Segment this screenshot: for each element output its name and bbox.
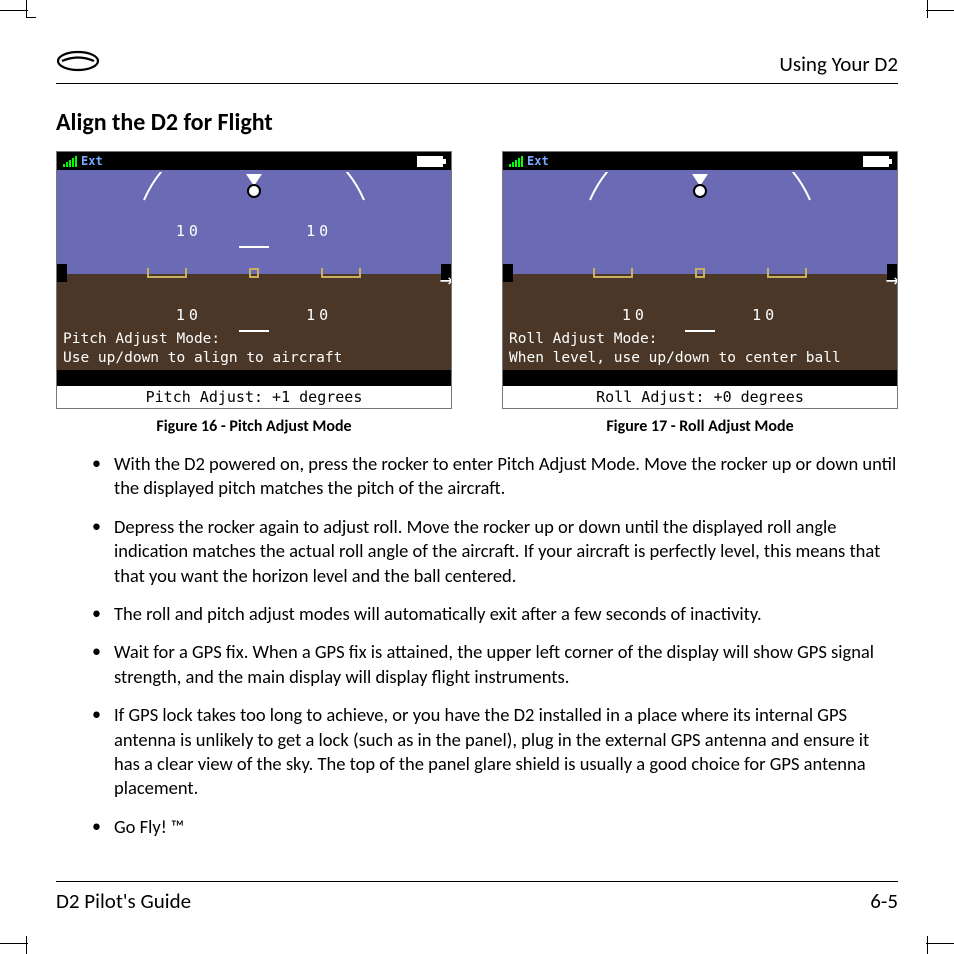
signal-bars-icon <box>509 155 523 167</box>
roll-ball-icon <box>247 184 261 198</box>
list-item: If GPS lock takes too long to achieve, o… <box>92 703 898 801</box>
adjust-readout: Pitch Adjust: +1 degrees <box>57 386 451 408</box>
arrow-icon: → <box>886 268 898 293</box>
adjust-readout: Roll Adjust: +0 degrees <box>503 386 897 408</box>
horizon-mark-icon <box>321 268 361 278</box>
section-title: Align the D2 for Flight <box>56 108 898 137</box>
page-header: Using Your D2 <box>56 50 898 84</box>
list-item: The roll and pitch adjust modes will aut… <box>92 602 898 626</box>
list-item: Depress the rocker again to adjust roll.… <box>92 515 898 588</box>
horizon-center-icon <box>249 268 259 278</box>
arrow-icon: → <box>440 268 452 293</box>
horizon-center-icon <box>695 268 705 278</box>
horizon-mark-icon <box>593 268 633 278</box>
footer-left: D2 Pilot's Guide <box>56 888 191 914</box>
ext-label: Ext <box>527 154 549 168</box>
battery-icon <box>417 156 443 167</box>
roll-ball-icon <box>693 184 707 198</box>
horizon-mark-icon <box>767 268 807 278</box>
logo-icon <box>56 50 100 77</box>
ext-label: Ext <box>81 154 103 168</box>
attitude-indicator-screen: Ext 10 10 → 10 10 <box>56 151 452 409</box>
mode-text: Roll Adjust Mode:When level, use up/down… <box>509 330 891 368</box>
horizon-mark-icon <box>147 268 187 278</box>
list-item: Wait for a GPS fix. When a GPS fix is at… <box>92 640 898 689</box>
mode-text: Pitch Adjust Mode:Use up/down to align t… <box>63 330 445 368</box>
page-footer: D2 Pilot's Guide 6-5 <box>56 881 898 914</box>
attitude-indicator-screen: Ext → 10 10 Roll Adjust Mode:When l <box>502 151 898 409</box>
list-item: With the D2 powered on, press the rocker… <box>92 452 898 501</box>
figure-roll-adjust: Ext → 10 10 Roll Adjust Mode:When l <box>502 151 898 436</box>
figure-caption: Figure 16 - Pitch Adjust Mode <box>56 417 452 436</box>
list-item: Go Fly! ™ <box>92 815 898 839</box>
header-title: Using Your D2 <box>779 51 898 77</box>
signal-bars-icon <box>63 155 77 167</box>
page-number: 6-5 <box>870 888 898 914</box>
figure-pitch-adjust: Ext 10 10 → 10 10 <box>56 151 452 436</box>
instruction-list: With the D2 powered on, press the rocker… <box>56 452 898 839</box>
battery-icon <box>863 156 889 167</box>
figure-caption: Figure 17 - Roll Adjust Mode <box>502 417 898 436</box>
